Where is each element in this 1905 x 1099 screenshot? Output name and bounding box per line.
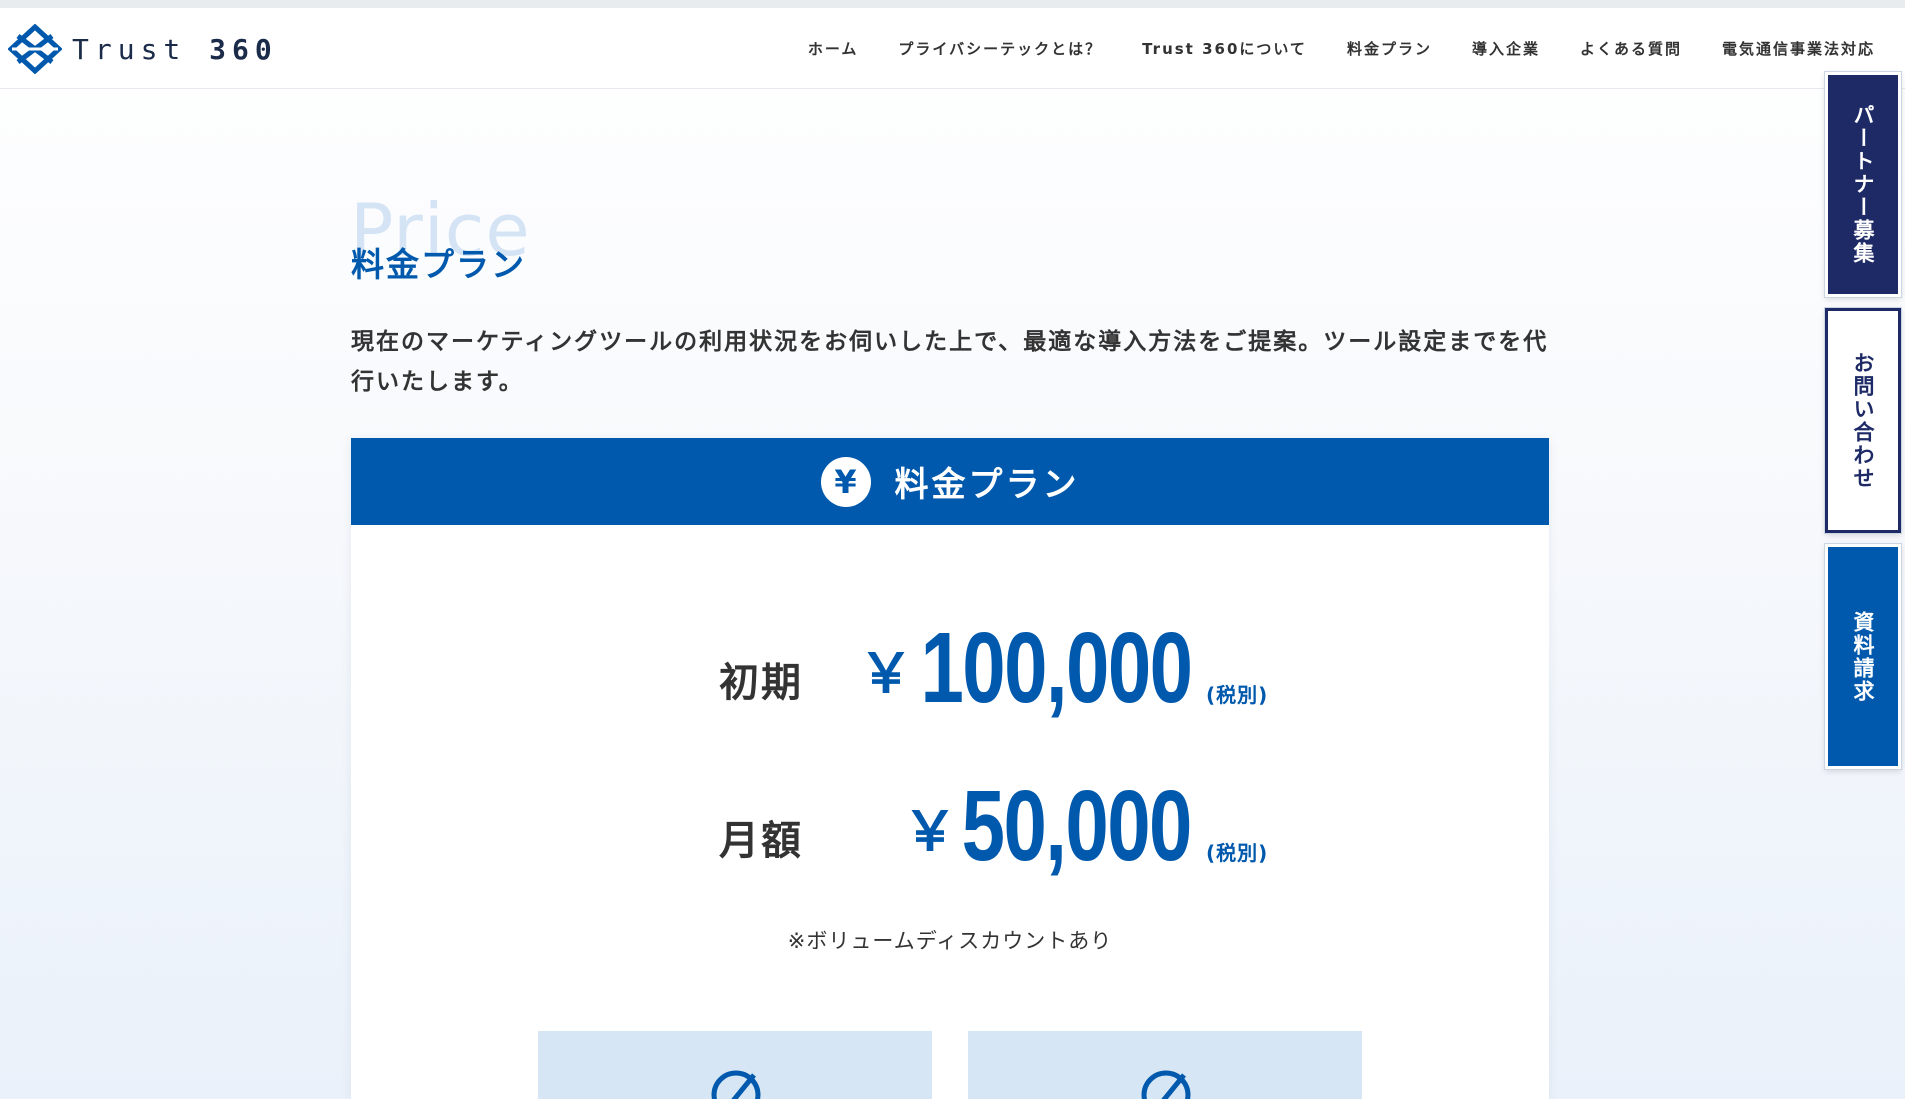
section-title: 料金プラン xyxy=(351,245,526,284)
logo[interactable]: Trust 360 xyxy=(8,24,278,74)
initial-fee-tax: (税別) xyxy=(1206,683,1269,707)
partner-recruit-button[interactable]: パートナー募集 xyxy=(1825,72,1901,297)
monthly-fee-amount: 50,000 xyxy=(961,770,1193,882)
request-docs-button[interactable]: 資料請求 xyxy=(1825,544,1901,769)
nav-home[interactable]: ホーム xyxy=(808,38,859,59)
nav-faq[interactable]: よくある質問 xyxy=(1580,38,1682,59)
initial-fee-amount: 100,000 xyxy=(919,612,1193,724)
nav-privacy-tech[interactable]: プライバシーテックとは？ xyxy=(898,38,1102,59)
price-card-header: ¥ 料金プラン xyxy=(351,438,1549,525)
price-card-title: 料金プラン xyxy=(894,465,1080,505)
check-circle-icon xyxy=(711,1070,761,1099)
nav-clients[interactable]: 導入企業 xyxy=(1472,38,1540,59)
main-nav: ホーム プライバシーテックとは？ Trust 360について 料金プラン 導入企… xyxy=(808,8,1875,89)
initial-fee-yen: ￥ xyxy=(859,642,913,705)
logo-text: Trust 360 xyxy=(72,32,278,66)
monthly-fee-yen: ￥ xyxy=(903,800,957,863)
intro-text: 現在のマーケティングツールの利用状況をお伺いした上で、最適な導入方法をご提案。ツ… xyxy=(351,329,1549,395)
monthly-fee-row: 月額 ￥ 50,000 (税別) xyxy=(351,766,1549,876)
feature-card xyxy=(538,1031,932,1099)
nav-about[interactable]: Trust 360について xyxy=(1142,38,1307,59)
price-card: ¥ 料金プラン 初期 ￥ 100,000 (税別) 月額 ￥ 50,000 (税… xyxy=(351,438,1549,1099)
top-border xyxy=(0,0,1905,8)
check-circle-icon xyxy=(1141,1070,1191,1099)
contact-button[interactable]: お問い合わせ xyxy=(1825,308,1901,533)
nav-pricing[interactable]: 料金プラン xyxy=(1347,38,1432,59)
feature-card xyxy=(968,1031,1362,1099)
initial-fee-row: 初期 ￥ 100,000 (税別) xyxy=(351,608,1549,718)
yen-icon: ¥ xyxy=(820,456,871,507)
logo-mark-icon xyxy=(8,24,62,74)
nav-telecom-law[interactable]: 電気通信事業法対応 xyxy=(1722,38,1875,59)
site-header: Trust 360 ホーム プライバシーテックとは？ Trust 360について… xyxy=(0,8,1905,89)
volume-discount-note: ※ボリュームディスカウントあり xyxy=(787,929,1113,953)
monthly-fee-label: 月額 xyxy=(719,818,803,864)
initial-fee-label: 初期 xyxy=(719,660,803,706)
monthly-fee-tax: (税別) xyxy=(1206,841,1269,865)
